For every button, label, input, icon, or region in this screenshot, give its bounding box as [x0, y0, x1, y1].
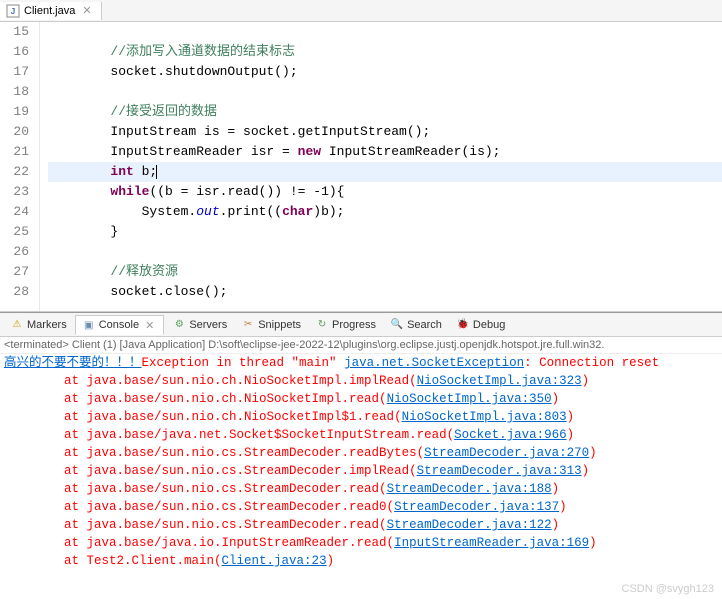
close-icon[interactable]: ✕ [142, 319, 157, 332]
line-number: 24 [0, 202, 29, 222]
line-number-gutter: 1516171819202122232425262728 [0, 22, 40, 311]
debug-icon: 🐞 [456, 318, 470, 332]
code-line[interactable]: while((b = isr.read()) != -1){ [48, 182, 722, 202]
tab-label: Snippets [258, 319, 301, 331]
line-number: 21 [0, 142, 29, 162]
code-line[interactable]: //添加写入通道数据的结束标志 [48, 42, 722, 62]
code-line[interactable] [48, 242, 722, 262]
stacktrace-link[interactable]: NioSocketImpl.java:323 [417, 374, 582, 388]
stacktrace-link[interactable]: InputStreamReader.java:169 [394, 536, 589, 550]
close-icon[interactable]: ✕ [79, 4, 94, 17]
code-line[interactable]: InputStream is = socket.getInputStream()… [48, 122, 722, 142]
code-line[interactable] [48, 22, 722, 42]
console-line: 高兴的不要不要的！！！Exception in thread "main" ja… [4, 354, 718, 372]
console-tab-debug[interactable]: 🐞Debug [450, 316, 511, 334]
console-line: at java.base/sun.nio.cs.StreamDecoder.re… [4, 480, 718, 498]
snippets-icon: ✂ [241, 318, 255, 332]
console-tab-console[interactable]: ▣Console✕ [75, 315, 165, 335]
progress-icon: ↻ [315, 318, 329, 332]
console-process-header: <terminated> Client (1) [Java Applicatio… [0, 337, 722, 354]
console-line: at java.base/sun.nio.cs.StreamDecoder.re… [4, 516, 718, 534]
console-line: at java.base/java.io.InputStreamReader.r… [4, 534, 718, 552]
stacktrace-link[interactable]: Client.java:23 [222, 554, 327, 568]
line-number: 17 [0, 62, 29, 82]
line-number: 22 [0, 162, 29, 182]
console-line: at java.base/sun.nio.ch.NioSocketImpl.re… [4, 390, 718, 408]
stacktrace-link[interactable]: StreamDecoder.java:122 [387, 518, 552, 532]
console-icon: ▣ [82, 318, 96, 332]
servers-icon: ⚙ [172, 318, 186, 332]
line-number: 15 [0, 22, 29, 42]
code-area[interactable]: //添加写入通道数据的结束标志 socket.shutdownOutput();… [40, 22, 722, 311]
console-tab-search[interactable]: 🔍Search [384, 316, 448, 334]
stacktrace-link[interactable]: java.net.SocketException [344, 356, 524, 370]
line-number: 25 [0, 222, 29, 242]
tab-filename: Client.java [24, 5, 75, 17]
line-number: 20 [0, 122, 29, 142]
tab-label: Debug [473, 319, 505, 331]
console-tab-snippets[interactable]: ✂Snippets [235, 316, 307, 334]
stacktrace-link[interactable]: NioSocketImpl.java:350 [387, 392, 552, 406]
line-number: 28 [0, 282, 29, 302]
stacktrace-link[interactable]: NioSocketImpl.java:803 [402, 410, 567, 424]
tab-label: Console [99, 319, 139, 331]
line-number: 27 [0, 262, 29, 282]
line-number: 26 [0, 242, 29, 262]
console-tab-markers[interactable]: ⚠Markers [4, 316, 73, 334]
text-caret [156, 165, 157, 179]
console-line: at java.base/sun.nio.ch.NioSocketImpl$1.… [4, 408, 718, 426]
stacktrace-link[interactable]: StreamDecoder.java:313 [417, 464, 582, 478]
console-line: at java.base/sun.nio.cs.StreamDecoder.re… [4, 444, 718, 462]
tab-label: Servers [189, 319, 227, 331]
console-line: at java.base/sun.nio.ch.NioSocketImpl.im… [4, 372, 718, 390]
console-line: at Test2.Client.main(Client.java:23) [4, 552, 718, 570]
stacktrace-link[interactable]: StreamDecoder.java:137 [394, 500, 559, 514]
java-file-icon: J [6, 4, 20, 18]
watermark: CSDN @svygh123 [622, 583, 714, 595]
code-line[interactable]: //释放资源 [48, 262, 722, 282]
console-tab-progress[interactable]: ↻Progress [309, 316, 382, 334]
search-icon: 🔍 [390, 318, 404, 332]
code-line[interactable]: System.out.print((char)b); [48, 202, 722, 222]
line-number: 23 [0, 182, 29, 202]
console-line: at java.base/sun.nio.cs.StreamDecoder.im… [4, 462, 718, 480]
code-line[interactable] [48, 82, 722, 102]
console-output[interactable]: 高兴的不要不要的！！！Exception in thread "main" ja… [0, 354, 722, 570]
svg-text:J: J [11, 7, 15, 16]
code-line[interactable]: //接受返回的数据 [48, 102, 722, 122]
console-tab-bar: ⚠Markers▣Console✕⚙Servers✂Snippets↻Progr… [0, 313, 722, 337]
console-panel: ⚠Markers▣Console✕⚙Servers✂Snippets↻Progr… [0, 312, 722, 570]
line-number: 19 [0, 102, 29, 122]
markers-icon: ⚠ [10, 318, 24, 332]
tab-label: Progress [332, 319, 376, 331]
code-line[interactable]: int b; [48, 162, 722, 182]
tab-label: Search [407, 319, 442, 331]
stacktrace-link[interactable]: StreamDecoder.java:188 [387, 482, 552, 496]
code-line[interactable]: InputStreamReader isr = new InputStreamR… [48, 142, 722, 162]
code-line[interactable]: socket.shutdownOutput(); [48, 62, 722, 82]
stacktrace-link[interactable]: Socket.java:966 [454, 428, 567, 442]
editor-tab[interactable]: J Client.java ✕ [0, 2, 102, 20]
code-editor[interactable]: 1516171819202122232425262728 //添加写入通道数据的… [0, 22, 722, 312]
console-tab-servers[interactable]: ⚙Servers [166, 316, 233, 334]
tab-label: Markers [27, 319, 67, 331]
code-line[interactable]: socket.close(); [48, 282, 722, 302]
console-line: at java.base/java.net.Socket$SocketInput… [4, 426, 718, 444]
line-number: 18 [0, 82, 29, 102]
code-line[interactable]: } [48, 222, 722, 242]
editor-tab-bar: J Client.java ✕ [0, 0, 722, 22]
console-line: at java.base/sun.nio.cs.StreamDecoder.re… [4, 498, 718, 516]
line-number: 16 [0, 42, 29, 62]
stacktrace-link[interactable]: StreamDecoder.java:270 [424, 446, 589, 460]
